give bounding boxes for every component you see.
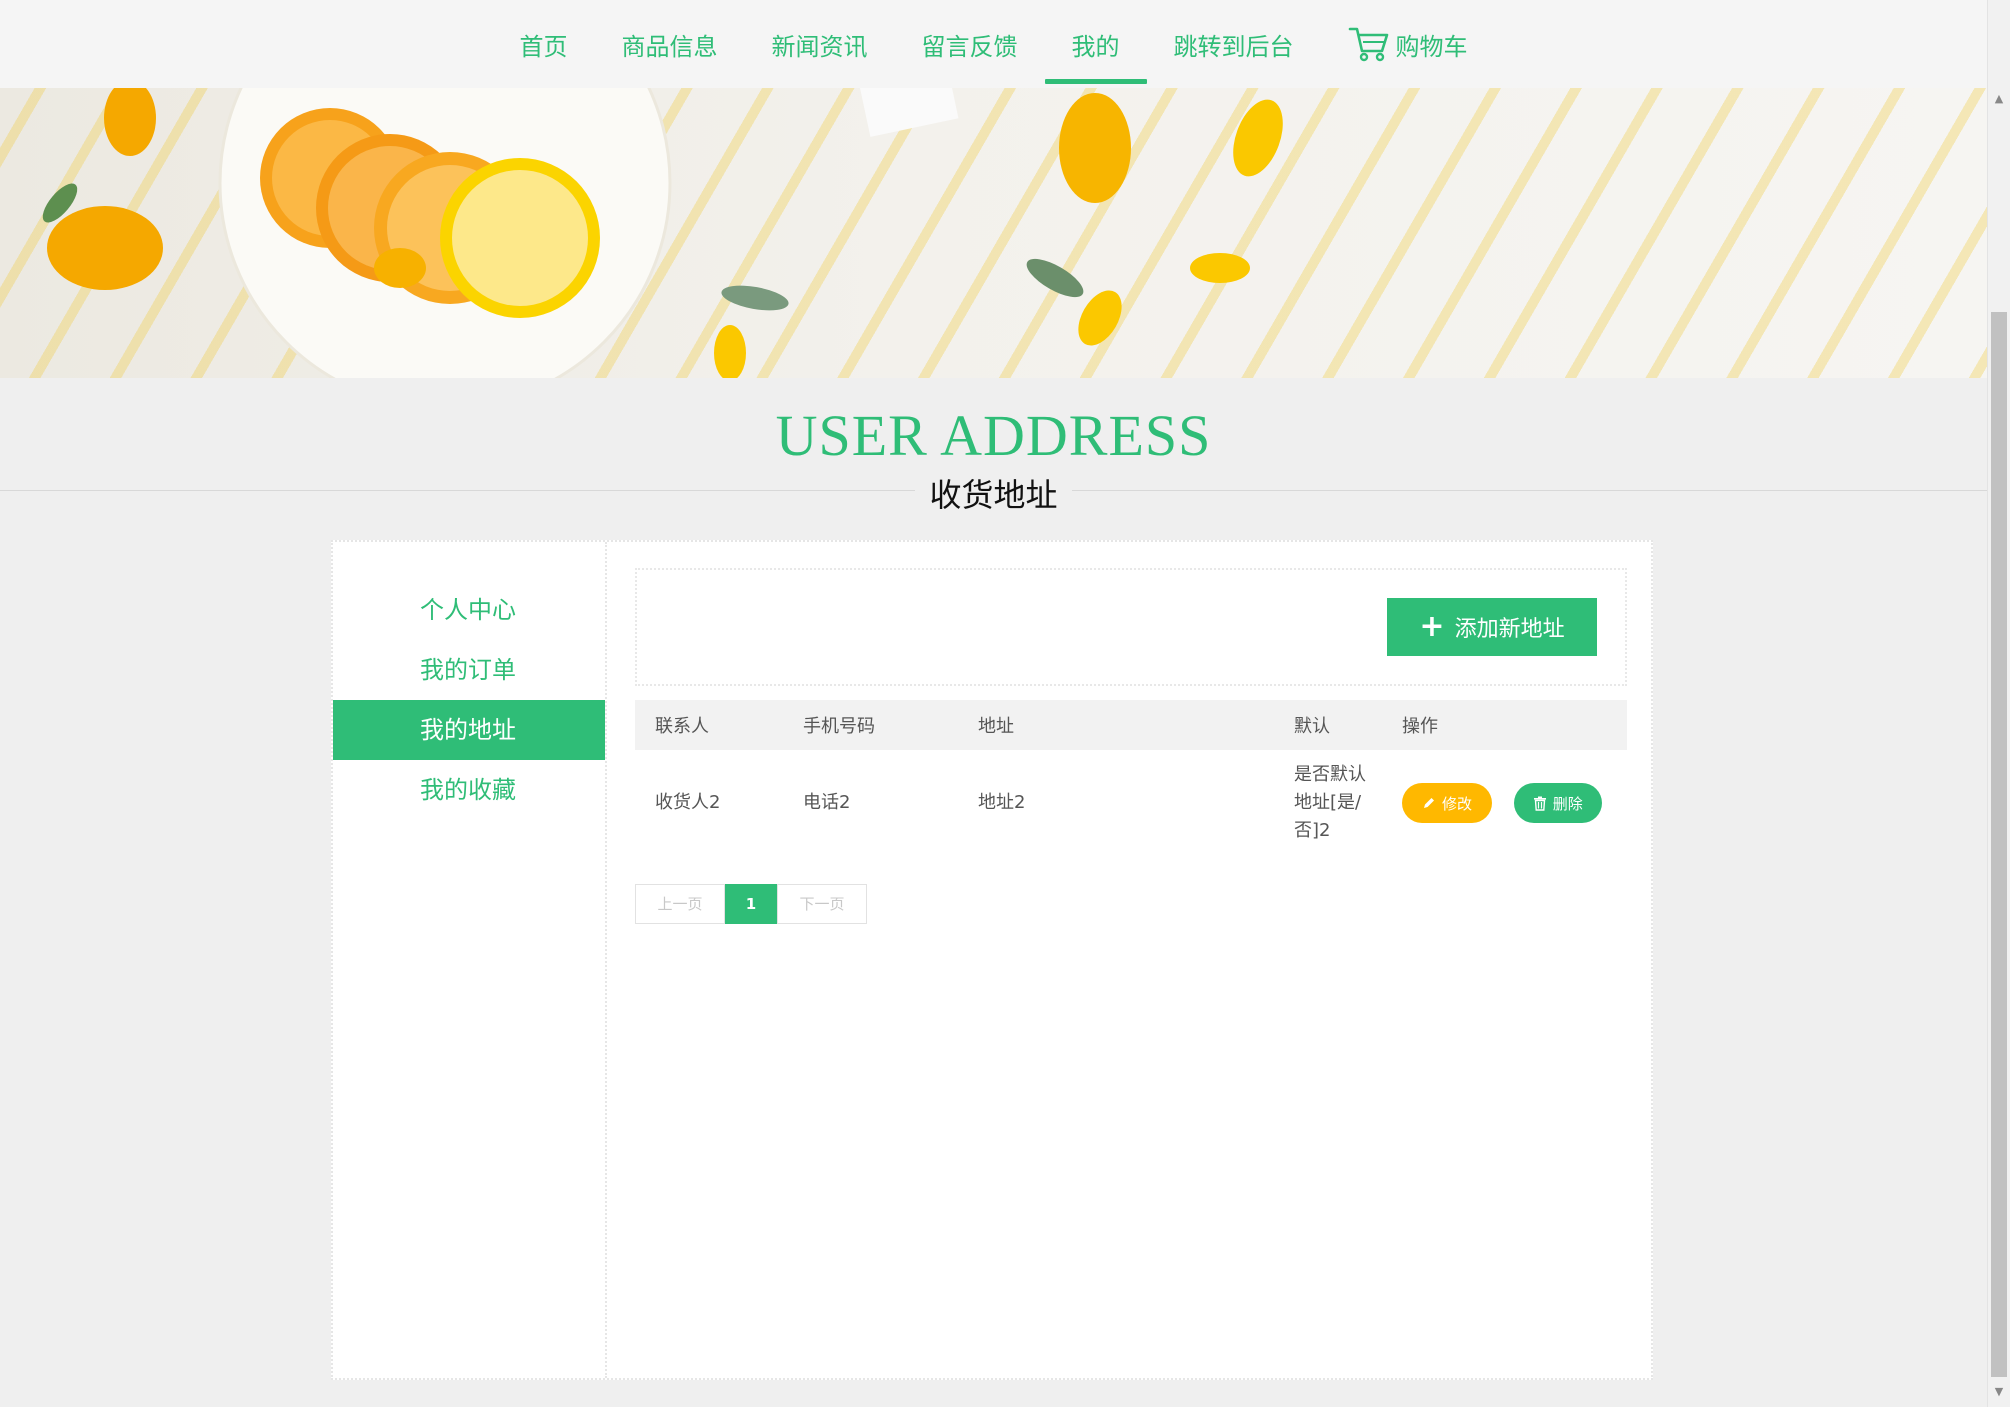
page-title-en: USER ADDRESS <box>775 403 1212 468</box>
trash-icon <box>1533 796 1546 811</box>
table-row: 收货人2 电话2 地址2 是否默认地址[是/否]2 修改 删除 <box>635 750 1627 856</box>
add-address-label: 添加新地址 <box>1454 617 1565 642</box>
nav-cart[interactable]: 购物车 <box>1321 0 1495 88</box>
col-default: 默认 <box>1294 716 1330 737</box>
col-phone: 手机号码 <box>803 716 875 737</box>
cart-icon <box>1348 27 1388 62</box>
cell-default: 是否默认地址[是/否]2 <box>1294 764 1366 841</box>
cell-address: 地址2 <box>978 792 1026 813</box>
col-address: 地址 <box>978 716 1014 737</box>
delete-label: 删除 <box>1552 794 1583 813</box>
nav-news[interactable]: 新闻资讯 <box>745 0 895 88</box>
cell-phone: 电话2 <box>803 792 851 813</box>
side-item-favorites[interactable]: 我的收藏 <box>333 760 605 820</box>
page-title-zh-wrap: 收货地址 <box>0 470 1987 516</box>
top-navigation: 首页 商品信息 新闻资讯 留言反馈 我的 跳转到后台 购物车 <box>0 0 1987 88</box>
col-actions: 操作 <box>1402 716 1438 737</box>
cell-contact: 收货人2 <box>655 792 721 813</box>
banner-image <box>0 88 1987 378</box>
edit-button[interactable]: 修改 <box>1402 783 1492 823</box>
prev-page-button[interactable]: 上一页 <box>635 884 725 924</box>
scroll-down-arrow-icon[interactable]: ▼ <box>1988 1381 2010 1403</box>
nav-admin[interactable]: 跳转到后台 <box>1147 0 1321 88</box>
edit-label: 修改 <box>1441 794 1472 813</box>
nav-products[interactable]: 商品信息 <box>595 0 745 88</box>
cell-actions: 修改 删除 <box>1382 750 1627 856</box>
page-1-button[interactable]: 1 <box>725 884 777 924</box>
side-item-orders[interactable]: 我的订单 <box>333 640 605 700</box>
delete-button[interactable]: 删除 <box>1513 783 1602 823</box>
nav-home[interactable]: 首页 <box>493 0 595 88</box>
side-item-profile[interactable]: 个人中心 <box>333 580 605 640</box>
next-page-button[interactable]: 下一页 <box>777 884 867 924</box>
cart-label: 购物车 <box>1395 32 1468 61</box>
nav-feedback[interactable]: 留言反馈 <box>895 0 1045 88</box>
address-table: 联系人 手机号码 地址 默认 操作 收货人2 电话2 地址2 是否默认地址[是/… <box>635 700 1627 856</box>
pencil-icon <box>1423 798 1434 808</box>
pagination: 上一页 1 下一页 <box>635 884 1627 924</box>
address-toolbar: + 添加新地址 <box>635 568 1627 686</box>
page-scrollbar[interactable]: ▲ ▼ <box>1987 0 2010 1407</box>
address-content: + 添加新地址 联系人 手机号码 地址 默认 操作 收货人2 电话2 地址2 是… <box>635 568 1627 924</box>
address-panel: 个人中心 我的订单 我的地址 我的收藏 + 添加新地址 联系人 手机号码 地址 … <box>331 540 1653 1380</box>
page-title-zh: 收货地址 <box>915 470 1072 516</box>
table-header-row: 联系人 手机号码 地址 默认 操作 <box>635 700 1627 750</box>
side-item-address[interactable]: 我的地址 <box>333 700 605 760</box>
col-contact: 联系人 <box>655 716 709 737</box>
plus-icon: + <box>1419 609 1445 644</box>
scrollbar-thumb[interactable] <box>1991 312 2007 1377</box>
side-menu: 个人中心 我的订单 我的地址 我的收藏 <box>333 542 607 1378</box>
nav-mine[interactable]: 我的 <box>1044 0 1147 88</box>
add-address-button[interactable]: + 添加新地址 <box>1387 598 1597 656</box>
scroll-up-arrow-icon[interactable]: ▲ <box>1988 88 2010 110</box>
